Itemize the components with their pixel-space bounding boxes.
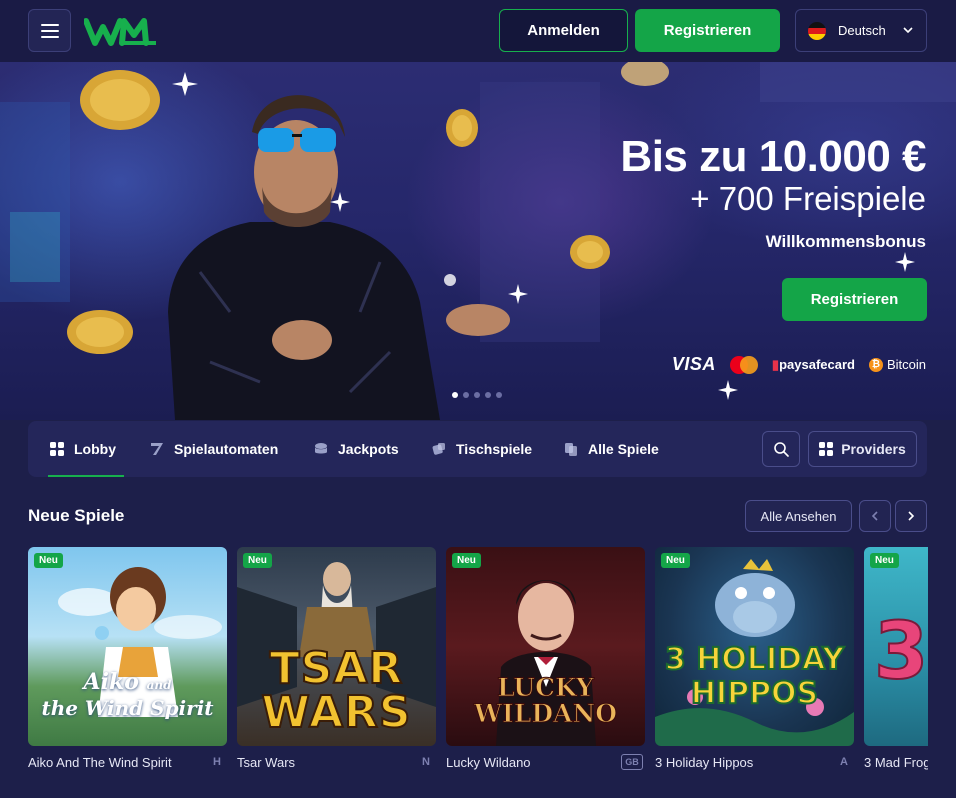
brand-logo[interactable]	[84, 15, 158, 47]
search-button[interactable]	[762, 431, 800, 467]
nav-item-slots[interactable]: Spielautomaten	[150, 421, 278, 477]
provider-icon: GB	[621, 754, 643, 770]
game-card[interactable]: 3 Neu 3 Mad Frogs	[864, 547, 928, 770]
chevron-right-icon	[908, 511, 915, 521]
language-selector[interactable]: Deutsch	[795, 9, 927, 52]
nav-item-jackpots[interactable]: Jackpots	[314, 421, 399, 477]
bitcoin-logo: ₿ Bitcoin	[868, 357, 926, 372]
menu-button[interactable]	[28, 9, 71, 52]
lucky-title-line1: LUCKY	[497, 673, 595, 702]
game-logo-text: 3 HOLIDAY HIPPOS	[655, 642, 854, 712]
aiko-title-and: and	[146, 678, 172, 692]
game-title[interactable]: Aiko And The Wind Spirit	[28, 755, 172, 770]
game-logo-text: 3	[873, 606, 928, 698]
cards-icon	[565, 443, 577, 456]
paysafecard-logo: ▮paysafecard	[771, 356, 855, 372]
hero-subtitle: + 700 Freispiele	[690, 180, 926, 217]
section-title: Neue Spiele	[28, 506, 125, 525]
slot-seven-icon	[151, 443, 163, 455]
nav-item-table-games[interactable]: Tischspiele	[432, 421, 532, 477]
new-badge: Neu	[243, 553, 272, 568]
register-button[interactable]: Registrieren	[635, 9, 780, 52]
hippos-title-line1: 3 HOLIDAY	[664, 642, 845, 678]
hero-register-button[interactable]: Registrieren	[782, 278, 927, 321]
lucky-title-line2: WILDANO	[473, 699, 618, 728]
coins-icon	[315, 443, 327, 454]
nav-label: Lobby	[74, 441, 116, 457]
aiko-title-line2: the Wind Spirit	[41, 696, 214, 720]
game-logo-text: LUCKY WILDANO	[446, 673, 645, 728]
tsar-title-line2: WARS	[260, 687, 412, 738]
aiko-title-line1: Aiko	[83, 669, 139, 695]
nav-item-lobby[interactable]: Lobby	[48, 421, 124, 477]
top-header: Anmelden Registrieren Deutsch	[0, 0, 956, 62]
view-all-button[interactable]: Alle Ansehen	[745, 500, 852, 532]
providers-label: Providers	[841, 441, 906, 457]
game-title[interactable]: 3 Holiday Hippos	[655, 755, 753, 770]
carousel-next-button[interactable]	[895, 500, 927, 532]
new-badge: Neu	[661, 553, 690, 568]
game-logo-text: TSAR WARS	[237, 646, 436, 738]
search-icon	[774, 442, 789, 457]
hero-title: Bis zu 10.000 €	[620, 132, 926, 181]
provider-icon: N	[422, 756, 430, 768]
mastercard-icon	[729, 355, 758, 374]
chevron-down-icon	[903, 27, 913, 34]
paysafecard-label: paysafecard	[779, 356, 855, 372]
slider-dot[interactable]	[485, 392, 491, 398]
chevron-left-icon	[871, 511, 878, 521]
bitcoin-label: Bitcoin	[886, 357, 926, 372]
game-thumbnail[interactable]: TSAR WARS Neu	[237, 547, 436, 746]
grid-icon	[50, 442, 64, 456]
new-badge: Neu	[34, 553, 63, 568]
germany-flag-icon	[808, 21, 826, 40]
game-card[interactable]: TSAR WARS Neu Tsar Wars N	[237, 547, 436, 770]
category-nav: Lobby Spielautomaten Jackpots Tischspiel…	[28, 421, 927, 477]
bitcoin-icon: ₿	[868, 357, 883, 372]
game-thumbnail[interactable]: LUCKY WILDANO Neu	[446, 547, 645, 746]
grid-icon	[819, 442, 834, 456]
slider-dot[interactable]	[474, 392, 480, 398]
game-card[interactable]: LUCKY WILDANO Neu Lucky Wildano GB	[446, 547, 645, 770]
slider-dot[interactable]	[463, 392, 469, 398]
hero-bonus-label: Willkommensbonus	[765, 232, 926, 251]
carousel-prev-button[interactable]	[859, 500, 891, 532]
game-carousel: Aiko and the Wind Spirit Neu Aiko And Th…	[28, 547, 928, 777]
nav-label: Alle Spiele	[588, 441, 659, 457]
nav-label: Tischspiele	[456, 441, 533, 457]
game-logo-text: Aiko and the Wind Spirit	[28, 669, 227, 721]
game-title[interactable]: 3 Mad Frogs	[864, 755, 928, 770]
hero-banner[interactable]: Bis zu 10.000 € + 700 Freispiele Willkom…	[0, 62, 956, 420]
payment-methods: VISA ▮paysafecard ₿ Bitcoin	[672, 354, 926, 375]
new-badge: Neu	[452, 553, 481, 568]
slider-dot[interactable]	[452, 392, 458, 398]
dice-icon	[432, 443, 445, 455]
game-thumbnail[interactable]: 3 HOLIDAY HIPPOS Neu	[655, 547, 854, 746]
game-card[interactable]: Aiko and the Wind Spirit Neu Aiko And Th…	[28, 547, 227, 770]
providers-button[interactable]: Providers	[808, 431, 917, 467]
slider-dot[interactable]	[496, 392, 502, 398]
login-button[interactable]: Anmelden	[499, 9, 628, 52]
provider-icon: A	[840, 756, 848, 768]
game-card[interactable]: 3 HOLIDAY HIPPOS Neu 3 Holiday Hippos A	[655, 547, 854, 770]
hippos-title-line2: HIPPOS	[690, 676, 819, 712]
nav-label: Spielautomaten	[174, 441, 279, 457]
slider-dots[interactable]	[452, 392, 502, 398]
nav-label: Jackpots	[338, 441, 399, 457]
provider-icon: H	[213, 756, 221, 768]
game-title[interactable]: Lucky Wildano	[446, 755, 531, 770]
language-label: Deutsch	[838, 23, 886, 38]
nav-item-all-games[interactable]: Alle Spiele	[564, 421, 659, 477]
game-title[interactable]: Tsar Wars	[237, 755, 295, 770]
game-thumbnail[interactable]: Aiko and the Wind Spirit Neu	[28, 547, 227, 746]
new-badge: Neu	[870, 553, 899, 568]
visa-logo: VISA	[671, 354, 716, 374]
game-thumbnail[interactable]: 3 Neu	[864, 547, 928, 746]
hamburger-icon	[40, 23, 59, 38]
